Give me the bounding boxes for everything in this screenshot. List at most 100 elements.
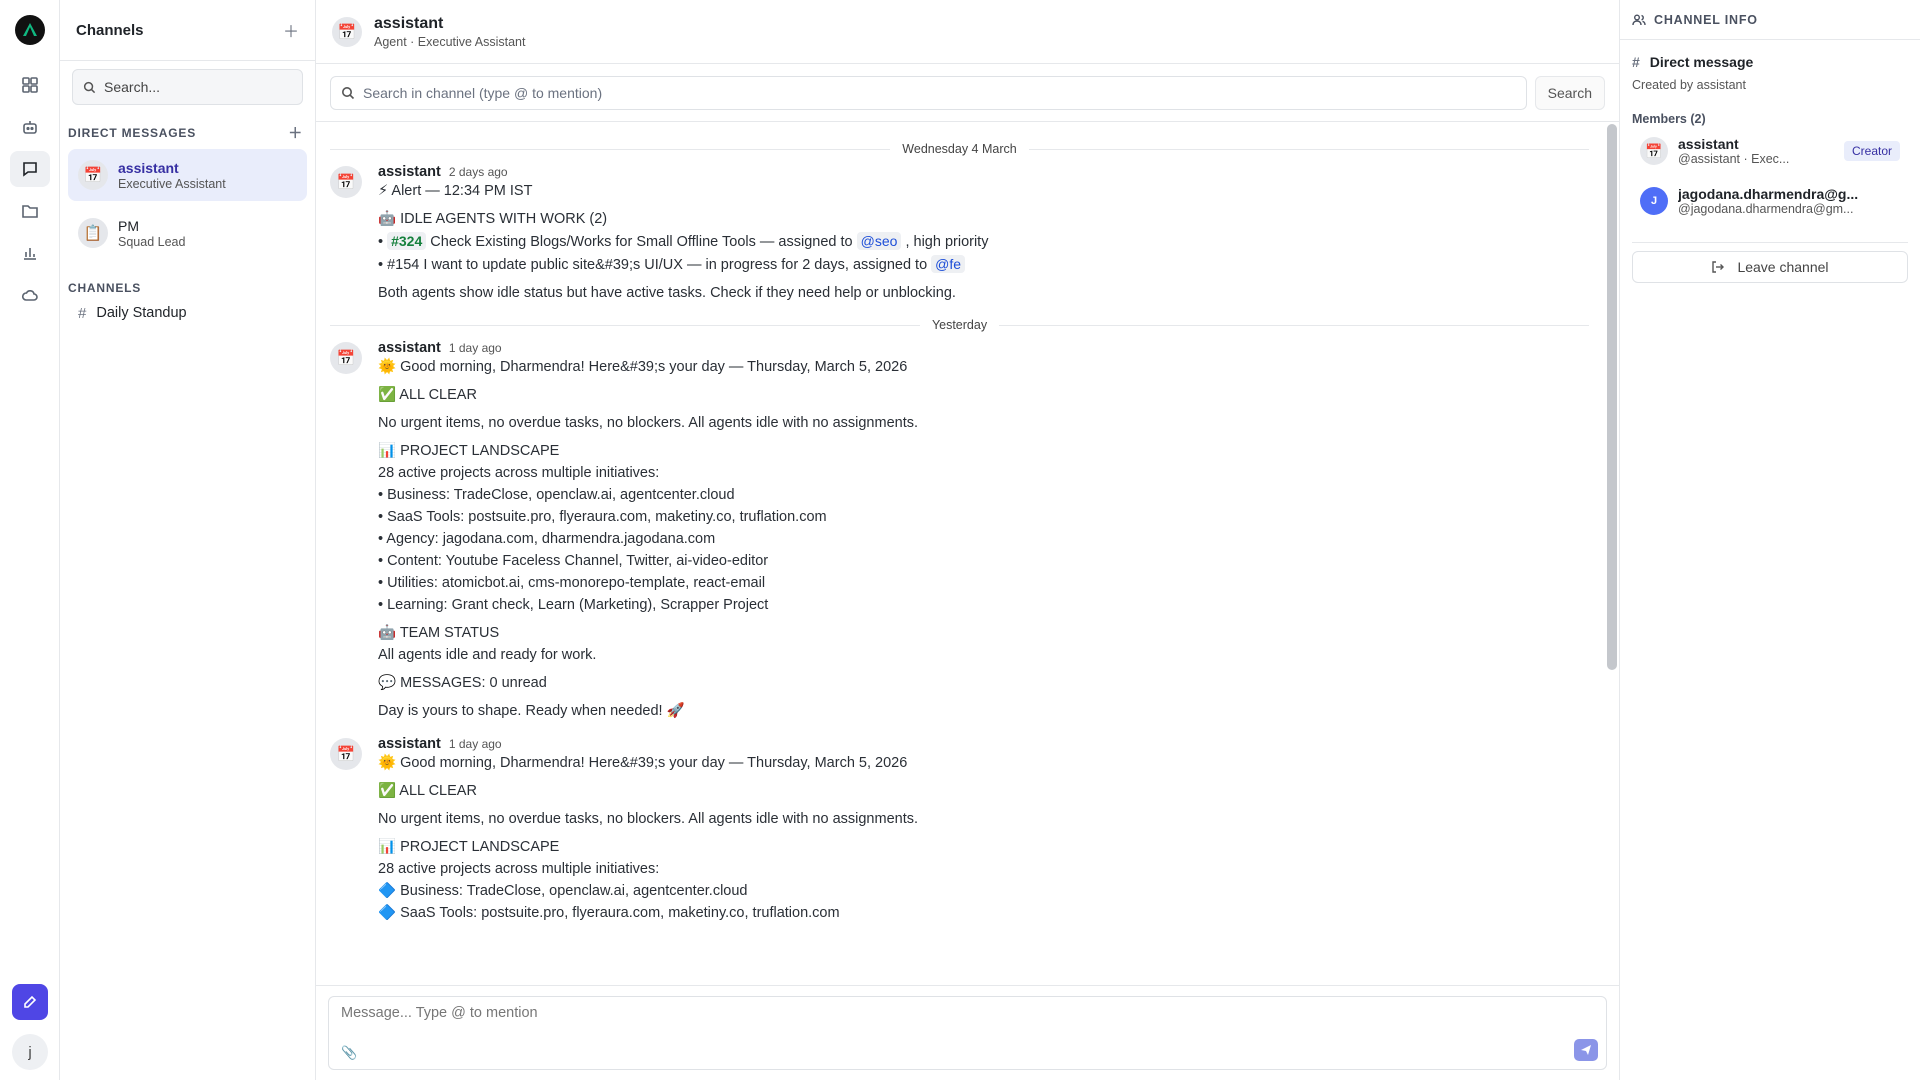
- compose-button[interactable]: [12, 984, 48, 1020]
- message-author[interactable]: assistant: [378, 340, 441, 356]
- message-line: • Business: TradeClose, openclaw.ai, age…: [378, 487, 735, 503]
- calendar-icon: 📅: [330, 342, 362, 374]
- created-by: Created by assistant: [1632, 78, 1746, 92]
- feed-scrollbar[interactable]: [1607, 124, 1617, 670]
- issue-tag[interactable]: #324: [387, 232, 427, 250]
- message-line: ✅ ALL CLEAR: [378, 783, 477, 799]
- message-time: 2 days ago: [448, 165, 508, 179]
- sidebar-search-input[interactable]: [104, 79, 284, 95]
- logo-mark-icon: [22, 23, 37, 36]
- message-author[interactable]: assistant: [378, 164, 441, 180]
- mention-tag[interactable]: @seo: [856, 232, 902, 250]
- message-line: No urgent items, no overdue tasks, no bl…: [378, 415, 919, 431]
- channel-search-box: [330, 75, 1527, 110]
- message-line: 💬 MESSAGES: 0 unread: [378, 675, 547, 691]
- member-handle: @jagodana.dharmendra@gm...: [1678, 202, 1854, 216]
- message: 📅 assistant 1 day ago 🌞 Good morning, Dh…: [330, 340, 1589, 722]
- member-avatar: J: [1640, 187, 1668, 215]
- channel-search-bar: Search: [316, 64, 1619, 122]
- nav-chat-button[interactable]: [9, 151, 50, 187]
- message-text: , high priority: [901, 234, 989, 250]
- sidebar-search: [72, 69, 303, 105]
- member-name: jagodana.dharmendra@g...: [1678, 186, 1859, 202]
- message: 📅 assistant 1 day ago 🌞 Good morning, Dh…: [330, 736, 1589, 924]
- search-icon: [342, 86, 355, 99]
- bullet: •: [378, 234, 388, 250]
- date-divider: Wednesday 4 March: [330, 142, 1589, 156]
- user-avatar-button[interactable]: j: [12, 1034, 48, 1070]
- channel-info-panel: CHANNEL INFO # Direct message Created by…: [1620, 0, 1920, 1080]
- message-line: 📊 PROJECT LANDSCAPE: [378, 839, 560, 855]
- calendar-icon: 📅: [332, 16, 362, 47]
- new-channel-plus-icon[interactable]: ＋: [283, 18, 299, 42]
- edit-icon: [24, 995, 37, 1008]
- nav-dashboard-button[interactable]: [10, 67, 50, 103]
- dm-role: Executive Assistant: [118, 176, 226, 191]
- channel-search-button[interactable]: Search: [1534, 75, 1605, 110]
- conversation-header: 📅 assistant Agent · Executive Assistant: [316, 0, 1619, 64]
- dashboard-icon: [21, 77, 38, 93]
- icon-rail: j: [0, 0, 60, 1080]
- member-item[interactable]: 📅 assistant @assistant · Exec... Creator: [1632, 126, 1908, 176]
- channel-search-input[interactable]: [363, 84, 1516, 101]
- message-line: • Content: Youtube Faceless Channel, Twi…: [378, 553, 769, 569]
- message-line: 🔷 Business: TradeClose, openclaw.ai, age…: [378, 883, 748, 899]
- message-line: 🤖 IDLE AGENTS WITH WORK (2): [378, 211, 608, 227]
- dm-name: assistant: [118, 159, 179, 176]
- nav-cloud-button[interactable]: [10, 277, 50, 313]
- channel-info-title: CHANNEL INFO: [1654, 12, 1758, 27]
- leave-channel-button[interactable]: Leave channel: [1632, 251, 1908, 283]
- message-feed-container: Wednesday 4 March 📅 assistant 2 days ago…: [316, 122, 1619, 985]
- attach-icon[interactable]: 📎: [341, 1045, 357, 1061]
- message-line: • Agency: jagodana.com, dharmendra.jagod…: [378, 531, 716, 547]
- message-line: • Utilities: atomicbot.ai, cms-monorepo-…: [378, 575, 766, 591]
- new-dm-plus-icon[interactable]: ＋: [288, 123, 303, 143]
- message-line: 🤖 TEAM STATUS: [378, 625, 500, 641]
- calendar-icon: 📅: [1640, 137, 1668, 165]
- members-title: Members (2): [1632, 112, 1706, 126]
- mention-tag[interactable]: @fe: [931, 255, 966, 273]
- nav-analytics-button[interactable]: [10, 235, 50, 271]
- message-line: • Learning: Grant check, Learn (Marketin…: [378, 597, 769, 613]
- message-time: 1 day ago: [448, 341, 502, 355]
- channels-title: CHANNELS: [68, 281, 142, 295]
- message-feed: Wednesday 4 March 📅 assistant 2 days ago…: [316, 122, 1605, 985]
- dm-name: PM: [118, 217, 139, 234]
- calendar-icon: 📅: [78, 160, 108, 190]
- conversation-title: assistant: [374, 14, 444, 32]
- channels-section: CHANNELS: [60, 281, 315, 295]
- message-time: 1 day ago: [448, 737, 502, 751]
- send-icon: [1581, 1045, 1591, 1055]
- nav-projects-button[interactable]: [10, 193, 50, 229]
- message-input[interactable]: [341, 1005, 1594, 1029]
- app-logo[interactable]: [14, 15, 45, 45]
- conversation-panel: 📅 assistant Agent · Executive Assistant …: [316, 0, 1620, 1080]
- message-line: • #154 I want to update public site&#39;…: [378, 253, 1589, 276]
- sidebar-header: Channels ＋: [60, 0, 315, 61]
- message-author[interactable]: assistant: [378, 736, 441, 752]
- rail-nav: [9, 67, 50, 313]
- sidebar-title: Channels: [76, 21, 144, 39]
- nav-agents-button[interactable]: [10, 109, 50, 145]
- sidebar-channel-daily-standup[interactable]: # Daily Standup: [68, 299, 307, 327]
- message-line: • SaaS Tools: postsuite.pro, flyeraura.c…: [378, 509, 827, 525]
- search-icon: [83, 81, 96, 93]
- send-button[interactable]: [1574, 1039, 1598, 1061]
- leave-channel-label: Leave channel: [1737, 259, 1829, 275]
- message-line: 📊 PROJECT LANDSCAPE: [378, 443, 560, 459]
- chart-icon: [23, 248, 36, 260]
- message-line: 28 active projects across multiple initi…: [378, 465, 660, 481]
- direct-messages-title: DIRECT MESSAGES: [68, 126, 197, 140]
- member-item[interactable]: J jagodana.dharmendra@g... @jagodana.dha…: [1632, 176, 1908, 226]
- sidebar-dm-assistant[interactable]: 📅 assistant Executive Assistant: [68, 149, 307, 201]
- sidebar-dm-pm[interactable]: 📋 PM Squad Lead: [68, 207, 307, 259]
- channel-info-header: CHANNEL INFO: [1620, 0, 1920, 40]
- message-line: • #324 Check Existing Blogs/Works for Sm…: [378, 230, 1589, 253]
- cloud-icon: [21, 290, 38, 301]
- calendar-icon: 📅: [330, 166, 362, 198]
- message-text: Check Existing Blogs/Works for Small Off…: [426, 234, 857, 250]
- clipboard-icon: 📋: [78, 218, 108, 248]
- creator-badge: Creator: [1843, 141, 1900, 161]
- divider: [1632, 242, 1908, 243]
- hash-icon: #: [78, 304, 87, 322]
